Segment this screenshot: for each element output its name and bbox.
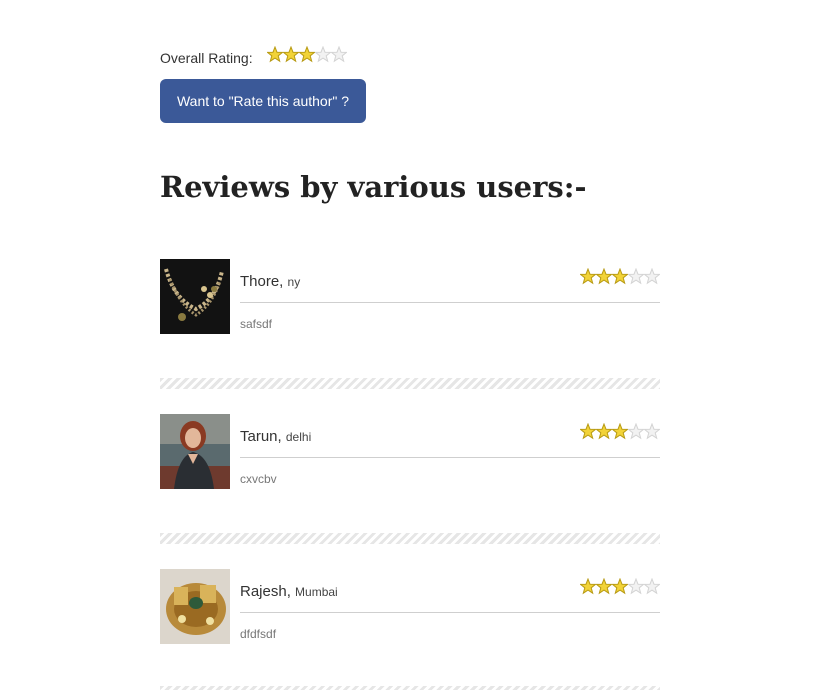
star-icon	[596, 578, 612, 595]
review-divider	[160, 378, 660, 389]
star-icon	[580, 578, 596, 595]
star-icon	[644, 268, 660, 285]
star-icon	[314, 46, 331, 63]
review-item: Tarun, delhi cxvcbv	[160, 414, 660, 490]
reviewer-city: ny	[287, 275, 301, 289]
star-icon	[612, 578, 628, 595]
review-rating-stars	[580, 423, 660, 443]
overall-rating-stars	[266, 46, 347, 66]
star-icon	[580, 423, 596, 440]
jewelry-necklace-photo	[160, 259, 230, 334]
star-icon	[644, 578, 660, 595]
overall-rating: Overall Rating:	[160, 46, 347, 70]
star-icon	[612, 423, 628, 440]
gold-ring-photo	[160, 569, 230, 644]
star-icon	[298, 46, 315, 63]
review-text: dfdfsdf	[240, 627, 277, 641]
star-icon	[628, 578, 644, 595]
star-icon	[580, 268, 596, 285]
review-header: Rajesh, Mumbai	[240, 578, 660, 613]
review-rating-stars	[580, 268, 660, 288]
star-icon	[596, 268, 612, 285]
review-item: Rajesh, Mumbai dfdfsdf	[160, 569, 660, 645]
star-icon	[330, 46, 347, 63]
overall-rating-label: Overall Rating:	[160, 50, 253, 66]
star-icon	[644, 423, 660, 440]
review-header: Thore, ny	[240, 268, 660, 303]
reviewer-avatar	[160, 569, 230, 644]
reviewer-name: Thore,	[240, 273, 284, 290]
reviewer-city: Mumbai	[295, 585, 338, 599]
star-icon	[596, 423, 612, 440]
review-divider	[160, 533, 660, 544]
review-divider	[160, 686, 660, 690]
reviewer-avatar	[160, 259, 230, 334]
star-icon	[628, 423, 644, 440]
reviewer-avatar	[160, 414, 230, 489]
reviewer-name: Tarun,	[240, 428, 282, 445]
reviewer-name-line: Thore, ny	[240, 273, 300, 290]
woman-portrait-photo	[160, 414, 230, 489]
reviewer-name-line: Rajesh, Mumbai	[240, 583, 338, 600]
review-header: Tarun, delhi	[240, 423, 660, 458]
reviewer-name: Rajesh,	[240, 583, 291, 600]
star-icon	[282, 46, 299, 63]
rate-author-button[interactable]: Want to "Rate this author" ?	[160, 79, 366, 123]
star-icon	[266, 46, 283, 63]
star-icon	[612, 268, 628, 285]
star-icon	[628, 268, 644, 285]
review-text: cxvcbv	[240, 472, 277, 486]
reviewer-city: delhi	[285, 430, 312, 444]
reviewer-name-line: Tarun, delhi	[240, 428, 311, 445]
review-item: Thore, ny safsdf	[160, 259, 660, 335]
review-text: safsdf	[240, 317, 273, 331]
reviews-heading: Reviews by various users:-	[160, 170, 587, 204]
review-rating-stars	[580, 578, 660, 598]
